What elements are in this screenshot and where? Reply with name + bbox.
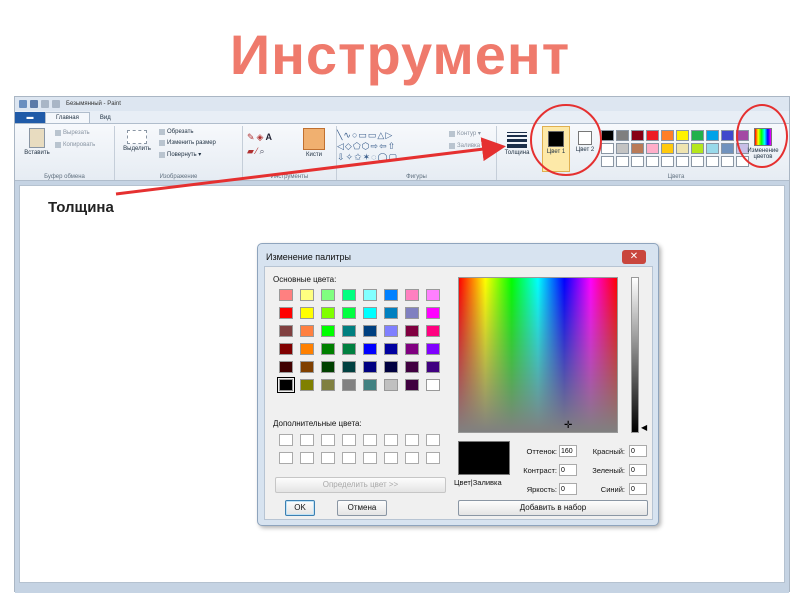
custom-color-swatch[interactable] — [426, 434, 440, 446]
basic-color-swatch[interactable] — [363, 379, 377, 391]
custom-color-swatch[interactable] — [384, 452, 398, 464]
custom-color-swatch[interactable] — [405, 434, 419, 446]
basic-color-swatch[interactable] — [363, 307, 377, 319]
luminosity-slider[interactable] — [631, 277, 639, 433]
basic-color-swatch[interactable] — [426, 307, 440, 319]
basic-color-swatch[interactable] — [342, 343, 356, 355]
basic-color-swatch[interactable] — [363, 361, 377, 373]
basic-color-swatch[interactable] — [405, 289, 419, 301]
basic-color-swatch[interactable] — [426, 379, 440, 391]
custom-color-swatch[interactable] — [405, 452, 419, 464]
sat-label: Контраст: — [523, 466, 557, 475]
basic-colors-label: Основные цвета: — [273, 275, 337, 284]
edit-colors-dialog: Изменение палитры ✕ Основные цвета: Допо… — [257, 243, 659, 526]
basic-color-swatch[interactable] — [384, 289, 398, 301]
basic-color-swatch[interactable] — [300, 289, 314, 301]
close-button[interactable]: ✕ — [622, 250, 646, 264]
basic-color-swatch[interactable] — [405, 361, 419, 373]
basic-color-swatch[interactable] — [279, 289, 293, 301]
custom-color-swatch[interactable] — [342, 434, 356, 446]
color-spectrum[interactable] — [458, 277, 618, 433]
basic-color-swatch[interactable] — [426, 343, 440, 355]
basic-color-swatch[interactable] — [426, 325, 440, 337]
basic-color-swatch[interactable] — [279, 307, 293, 319]
hue-field[interactable]: 160 — [559, 445, 577, 457]
hue-label: Оттенок: — [526, 447, 557, 456]
lum-label: Яркость: — [526, 485, 557, 494]
basic-color-swatch[interactable] — [384, 307, 398, 319]
custom-color-swatch[interactable] — [426, 452, 440, 464]
basic-color-swatch[interactable] — [405, 343, 419, 355]
red-label: Красный: — [592, 447, 625, 456]
basic-color-swatch[interactable] — [321, 343, 335, 355]
luminosity-arrow-icon[interactable]: ◀ — [641, 423, 647, 432]
custom-color-swatch[interactable] — [279, 452, 293, 464]
custom-color-swatch[interactable] — [384, 434, 398, 446]
basic-color-swatch[interactable] — [426, 289, 440, 301]
blue-label: Синий: — [600, 485, 625, 494]
basic-color-swatch[interactable] — [342, 361, 356, 373]
ok-button[interactable]: OK — [285, 500, 315, 516]
basic-color-swatch[interactable] — [342, 289, 356, 301]
basic-color-swatch[interactable] — [300, 361, 314, 373]
thickness-annotation: Толщина — [48, 199, 114, 216]
custom-color-swatch[interactable] — [342, 452, 356, 464]
basic-color-swatch[interactable] — [342, 325, 356, 337]
custom-color-swatch[interactable] — [279, 434, 293, 446]
define-color-button[interactable]: Определить цвет >> — [275, 477, 446, 493]
color-preview-swatch — [458, 441, 510, 475]
basic-color-swatch[interactable] — [384, 325, 398, 337]
crosshair-icon: ✛ — [564, 420, 573, 431]
basic-color-swatch[interactable] — [363, 343, 377, 355]
dialog-title: Изменение палитры — [266, 252, 352, 262]
basic-color-swatch[interactable] — [321, 307, 335, 319]
basic-color-swatch[interactable] — [321, 289, 335, 301]
basic-color-swatch[interactable] — [321, 379, 335, 391]
custom-colors-grid[interactable] — [279, 434, 440, 464]
basic-color-swatch[interactable] — [384, 379, 398, 391]
custom-colors-label: Дополнительные цвета: — [273, 419, 362, 428]
basic-color-swatch[interactable] — [426, 361, 440, 373]
basic-color-swatch[interactable] — [321, 361, 335, 373]
sat-field[interactable]: 0 — [559, 464, 577, 476]
basic-color-swatch[interactable] — [405, 325, 419, 337]
custom-color-swatch[interactable] — [300, 434, 314, 446]
green-label: Зеленый: — [592, 466, 625, 475]
basic-color-swatch[interactable] — [279, 361, 293, 373]
custom-color-swatch[interactable] — [300, 452, 314, 464]
color-fill-label: Цвет|Заливка — [454, 478, 502, 487]
basic-colors-grid[interactable] — [277, 289, 440, 393]
basic-color-swatch[interactable] — [279, 325, 293, 337]
basic-color-swatch[interactable] — [342, 379, 356, 391]
add-to-custom-button[interactable]: Добавить в набор — [458, 500, 648, 516]
basic-color-swatch[interactable] — [342, 307, 356, 319]
basic-color-swatch[interactable] — [405, 307, 419, 319]
basic-color-swatch[interactable] — [363, 325, 377, 337]
basic-color-swatch[interactable] — [277, 377, 295, 393]
cancel-button[interactable]: Отмена — [337, 500, 387, 516]
red-field[interactable]: 0 — [629, 445, 647, 457]
custom-color-swatch[interactable] — [363, 434, 377, 446]
basic-color-swatch[interactable] — [300, 379, 314, 391]
basic-color-swatch[interactable] — [321, 325, 335, 337]
basic-color-swatch[interactable] — [405, 379, 419, 391]
basic-color-swatch[interactable] — [384, 343, 398, 355]
lum-field[interactable]: 0 — [559, 483, 577, 495]
basic-color-swatch[interactable] — [300, 307, 314, 319]
basic-color-swatch[interactable] — [384, 361, 398, 373]
basic-color-swatch[interactable] — [363, 289, 377, 301]
blue-field[interactable]: 0 — [629, 483, 647, 495]
basic-color-swatch[interactable] — [279, 343, 293, 355]
custom-color-swatch[interactable] — [363, 452, 377, 464]
custom-color-swatch[interactable] — [321, 434, 335, 446]
green-field[interactable]: 0 — [629, 464, 647, 476]
basic-color-swatch[interactable] — [300, 343, 314, 355]
dialog-body: Основные цвета: Дополнительные цвета: Оп… — [264, 266, 653, 520]
custom-color-swatch[interactable] — [321, 452, 335, 464]
basic-color-swatch[interactable] — [300, 325, 314, 337]
